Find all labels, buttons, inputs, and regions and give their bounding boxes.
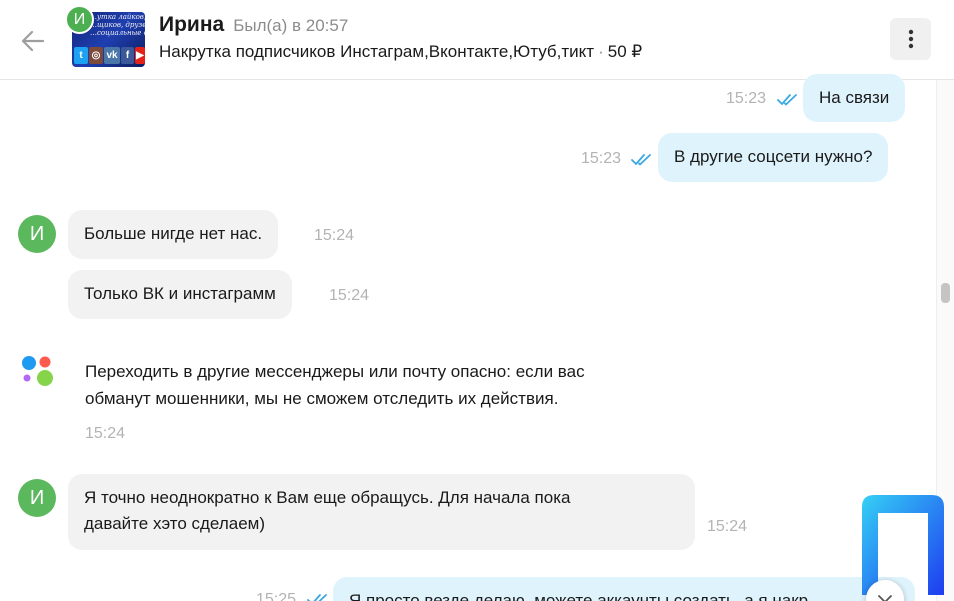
message-time: 15:25 bbox=[256, 591, 297, 601]
message-time: 15:24 bbox=[85, 425, 126, 442]
listing-title: Накрутка подписчиков Инстаграм,Вконтакте… bbox=[159, 42, 595, 61]
arrow-left-icon bbox=[21, 30, 45, 52]
incoming-message[interactable]: Только ВК и инстаграмм bbox=[68, 270, 292, 319]
listing-price: 50 ₽ bbox=[607, 42, 643, 61]
thumbnail-caption-line: …щиков, друзей bbox=[90, 21, 145, 29]
last-seen-status: Был(а) в 20:57 bbox=[233, 16, 349, 35]
thumbnail-caption-line: …социальные сет bbox=[90, 29, 145, 37]
message-text: На связи bbox=[819, 88, 890, 107]
message-text: Больше нигде нет нас. bbox=[84, 224, 263, 243]
message-text: Только ВК и инстаграмм bbox=[84, 284, 276, 303]
message-text-line: давайте хэто сделаем) bbox=[84, 514, 265, 533]
safety-notice: Переходить в другие мессенджеры или почт… bbox=[85, 358, 685, 412]
sender-avatar[interactable]: И bbox=[18, 215, 56, 253]
safety-notice-line: обманут мошенники, мы не сможем отследит… bbox=[85, 389, 559, 408]
more-vertical-icon bbox=[908, 29, 913, 49]
youtube-icon: ▶ bbox=[135, 47, 145, 64]
double-check-icon bbox=[307, 594, 327, 601]
brand-logo-icon bbox=[862, 495, 944, 595]
contact-name[interactable]: Ирина bbox=[159, 13, 224, 37]
facebook-icon: f bbox=[121, 47, 134, 64]
safety-notice-line: Переходить в другие мессенджеры или почт… bbox=[85, 362, 585, 381]
twitter-icon: t bbox=[74, 47, 88, 64]
thumbnail-caption-line: …утка лайков, bbox=[90, 13, 145, 21]
message-text: В другие соцсети нужно? bbox=[674, 147, 873, 166]
chevron-down-icon bbox=[878, 595, 892, 601]
message-time: 15:23 bbox=[726, 90, 767, 107]
thumbnail-social-icons: t ◎ vk f ▶ bbox=[74, 47, 145, 64]
back-button[interactable] bbox=[16, 24, 50, 58]
double-check-icon bbox=[631, 154, 651, 166]
message-time: 15:24 bbox=[707, 518, 748, 535]
scrollbar-thumb[interactable] bbox=[941, 283, 950, 303]
vk-icon: vk bbox=[104, 47, 120, 64]
instagram-icon: ◎ bbox=[89, 47, 103, 64]
more-options-button[interactable] bbox=[890, 18, 931, 60]
thumbnail-caption: …утка лайков, …щиков, друзей …социальные… bbox=[90, 13, 145, 37]
listing-title-row[interactable]: Накрутка подписчиков Инстаграм,Вконтакте… bbox=[159, 42, 642, 62]
contact-title-row: Ирина Был(а) в 20:57 bbox=[159, 13, 348, 37]
separator-dot: · bbox=[598, 42, 604, 61]
contact-avatar[interactable]: И bbox=[65, 5, 94, 34]
incoming-message[interactable]: Я точно неоднократно к Вам еще обращусь.… bbox=[68, 474, 695, 550]
outgoing-message[interactable]: На связи bbox=[803, 74, 906, 122]
message-time: 15:24 bbox=[329, 287, 370, 304]
message-time: 15:23 bbox=[581, 150, 622, 167]
outgoing-message[interactable]: В другие соцсети нужно? bbox=[658, 133, 889, 182]
sender-avatar[interactable]: И bbox=[18, 479, 56, 517]
chat-header: …утка лайков, …щиков, друзей …социальные… bbox=[0, 0, 954, 80]
double-check-icon bbox=[777, 94, 797, 106]
message-time: 15:24 bbox=[314, 227, 355, 244]
service-logo-icon bbox=[22, 356, 53, 386]
message-text-line: Я точно неоднократно к Вам еще обращусь.… bbox=[84, 488, 571, 507]
outgoing-message[interactable]: Я просто везде делаю, можете аккаунты со… bbox=[333, 577, 915, 601]
incoming-message[interactable]: Больше нигде нет нас. bbox=[68, 210, 279, 259]
message-text: Я просто везде делаю, можете аккаунты со… bbox=[349, 591, 809, 601]
